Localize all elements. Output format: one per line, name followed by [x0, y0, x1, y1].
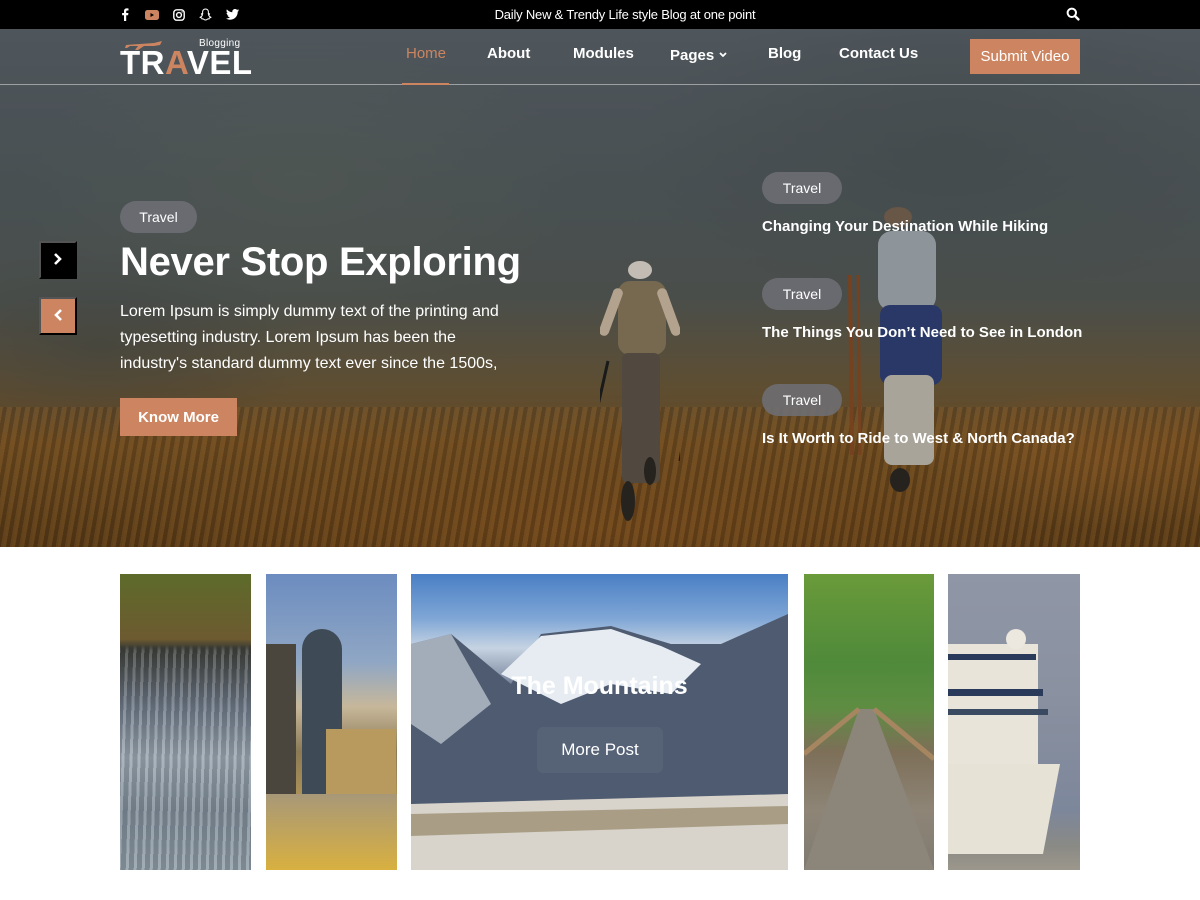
- site-tagline: Daily New & Trendy Life style Blog at on…: [494, 7, 756, 22]
- nav-blog[interactable]: Blog: [768, 45, 801, 62]
- gallery-image-mountains[interactable]: [411, 574, 788, 870]
- site-header: Blogging TRAVEL Home About Modules Pages…: [0, 29, 1200, 85]
- logo-accent-letter: A: [165, 44, 187, 81]
- hero-title: Never Stop Exploring: [120, 240, 521, 284]
- side-post-category-badge[interactable]: Travel: [762, 384, 842, 416]
- site-logo[interactable]: Blogging TRAVEL: [120, 35, 260, 81]
- logo-text: TR: [120, 44, 165, 81]
- side-post-title[interactable]: Is It Worth to Ride to West & North Cana…: [762, 430, 1075, 447]
- nav-home[interactable]: Home: [406, 45, 446, 62]
- slider-next-button[interactable]: [39, 241, 77, 279]
- chevron-right-icon: [53, 252, 63, 269]
- side-post-title[interactable]: Changing Your Destination While Hiking: [762, 218, 1048, 235]
- gallery-image-waterfall[interactable]: [120, 574, 251, 870]
- more-post-button[interactable]: More Post: [537, 727, 663, 773]
- side-post-category-badge[interactable]: Travel: [762, 278, 842, 310]
- logo-text: VEL: [186, 44, 253, 81]
- featured-gallery-title: The Mountains: [511, 672, 688, 700]
- boardwalk-shape: [804, 707, 934, 870]
- search-icon[interactable]: [1066, 7, 1081, 22]
- ship-shape: [948, 629, 1060, 854]
- nav-contact-us[interactable]: Contact Us: [839, 45, 918, 62]
- nav-pages-label: Pages: [670, 47, 715, 64]
- chevron-left-icon: [53, 308, 63, 325]
- gallery-image-city-skyline[interactable]: [266, 574, 397, 870]
- hero-overlay: [0, 29, 1200, 547]
- hero-description: Lorem Ipsum is simply dummy text of the …: [120, 303, 499, 372]
- nav-pages[interactable]: Pages: [670, 45, 727, 64]
- top-bar: Daily New & Trendy Life style Blog at on…: [0, 0, 1200, 29]
- side-post-category-badge[interactable]: Travel: [762, 172, 842, 204]
- know-more-button[interactable]: Know More: [120, 398, 237, 436]
- active-nav-indicator: [402, 83, 449, 85]
- logo-wordmark: TRAVEL: [120, 46, 253, 79]
- nav-modules[interactable]: Modules: [573, 45, 634, 62]
- slider-prev-button[interactable]: [39, 297, 77, 335]
- gallery-image-cruise-ship[interactable]: [948, 574, 1080, 870]
- hero-category-badge[interactable]: Travel: [120, 201, 197, 233]
- hero-slider: [0, 29, 1200, 547]
- chevron-down-icon: [719, 45, 727, 62]
- mountain-shape: [411, 614, 788, 870]
- nav-about[interactable]: About: [487, 45, 530, 62]
- building-shape: [266, 794, 397, 870]
- waterfall-texture: [120, 574, 251, 870]
- side-post-title[interactable]: The Things You Don’t Need to See in Lond…: [762, 324, 1082, 341]
- gallery-image-forest-boardwalk[interactable]: [804, 574, 934, 870]
- submit-video-button[interactable]: Submit Video: [970, 39, 1080, 74]
